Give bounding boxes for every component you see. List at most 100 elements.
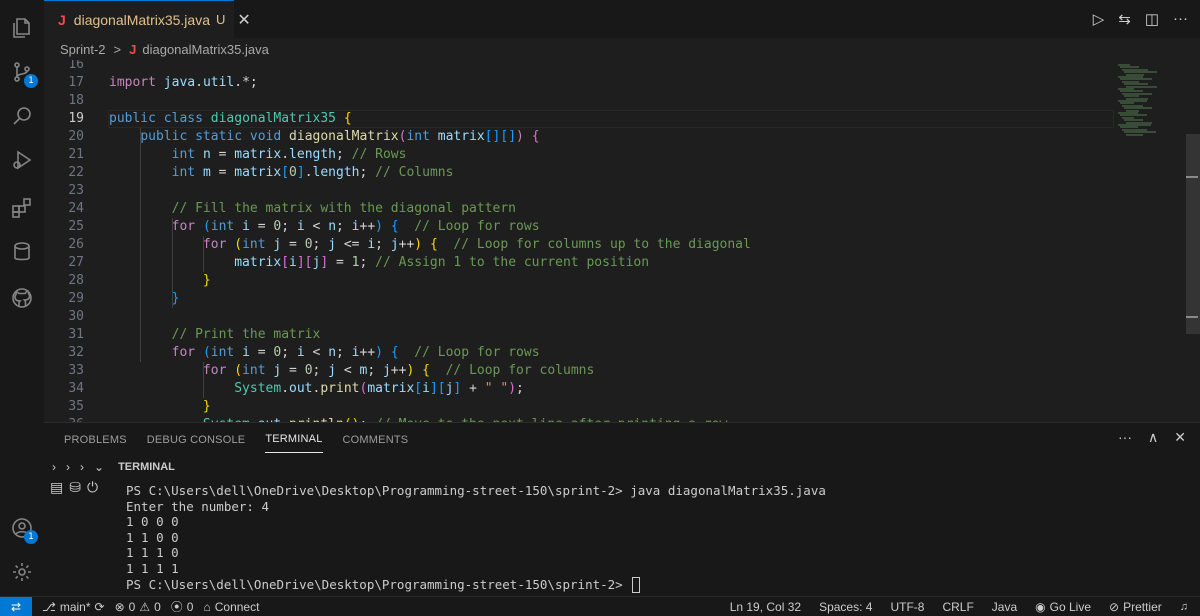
code-text: } [202,399,211,414]
terminal-toolbar: ▤ ⛁ ⏻ [50,479,98,496]
terminal-line: 1 1 1 1 [126,560,179,576]
minimap[interactable] [1114,60,1184,422]
tab-diagonalmatrix35[interactable]: J diagonalMatrix35.java U ✕ [44,0,251,38]
code-line[interactable]: 21 int n = matrix.length; // Rows [44,146,1114,164]
code-line[interactable]: 26 for (int j = 0; j <= i; j++) { // Loo… [44,236,1114,254]
problems-indicator[interactable]: ⊗ 0 ⚠ 0 [115,600,161,614]
tab-problems[interactable]: PROBLEMS [64,426,127,453]
terminal-output[interactable]: PS C:\Users\dell\OneDrive\Desktop\Progra… [126,483,1200,594]
line-number: 28 [68,273,84,288]
database-icon[interactable]: ⛁ [69,479,81,496]
code-editor[interactable]: 16 17 import java.util.*; 18 19 public class … [44,60,1184,422]
chevron-right-icon[interactable]: › [66,460,70,474]
code-text: // Fill the matrix with the diagonal pat… [171,201,516,216]
code-line[interactable]: 31 // Print the matrix [44,326,1114,344]
database-icon[interactable] [0,230,44,274]
bell-icon[interactable]: ♫ [1180,601,1188,613]
code-line[interactable]: 30 [44,308,1114,326]
editor-scrollbar[interactable] [1184,60,1200,422]
code-line[interactable]: 22 int m = matrix[0].length; // Columns [44,164,1114,182]
terminal-line: PS C:\Users\dell\OneDrive\Desktop\Progra… [126,577,1200,594]
breadcrumb: Sprint-2 > J diagonalMatrix35.java [44,38,1200,60]
code-line[interactable]: 17 import java.util.*; [44,74,1114,92]
untracked-badge: U [216,12,226,27]
cursor-position[interactable]: Ln 19, Col 32 [730,600,801,614]
chevron-right-icon[interactable]: › [80,460,84,474]
code-text: for (int i = 0; i < n; i++) { // Loop fo… [171,219,540,234]
line-number: 25 [68,219,84,234]
more-actions-icon[interactable]: ··· [1118,429,1132,446]
maximize-panel-icon[interactable]: ∧ [1148,429,1158,446]
scrollbar-thumb[interactable] [1186,134,1200,334]
code-line[interactable]: 16 [44,60,1114,74]
account-icon[interactable]: 1 [0,506,44,550]
line-number: 35 [68,399,84,414]
terminal-header: › › › ⌄ TERMINAL [52,457,175,477]
code-line[interactable]: 35 } [44,398,1114,416]
list-icon[interactable]: ▤ [50,479,63,496]
code-line[interactable]: 24 // Fill the matrix with the diagonal … [44,200,1114,218]
code-line[interactable]: 33 for (int j = 0; j < m; j++) { // Loop… [44,362,1114,380]
line-number: 21 [68,147,84,162]
tab-comments[interactable]: COMMENTS [343,426,409,453]
minimap-line [1126,133,1143,136]
code-line[interactable]: 28 } [44,272,1114,290]
settings-icon[interactable] [0,550,44,594]
language-mode[interactable]: Java [992,600,1017,614]
close-panel-icon[interactable]: ✕ [1174,429,1186,446]
extensions-icon[interactable] [0,186,44,230]
close-icon[interactable]: ✕ [237,10,250,30]
tab-bar: J diagonalMatrix35.java U ✕ ▷ ⇆ ◫ ··· [44,0,1200,38]
line-number: 17 [68,75,84,90]
split-editor-icon[interactable]: ◫ [1145,10,1159,28]
chevron-down-icon[interactable]: ⌄ [94,460,104,474]
code-line[interactable]: 18 [44,92,1114,110]
terminal-cursor [632,577,641,594]
ports-indicator[interactable]: ⦿ 0 [171,598,194,615]
chevron-right-icon[interactable]: › [52,460,56,474]
terminal-line: Enter the number: 4 [126,498,269,514]
code-line[interactable]: 25 for (int i = 0; i < n; i++) { // Loop… [44,218,1114,236]
terminal-section-title: TERMINAL [118,461,175,473]
run-icon[interactable]: ▷ [1093,10,1105,28]
source-control-icon[interactable]: 1 [0,50,44,94]
line-number: 31 [68,327,84,342]
code-line[interactable]: 20 public static void diagonalMatrix(int… [44,128,1114,146]
encoding[interactable]: UTF-8 [890,600,924,614]
connect-indicator[interactable]: ⌂ Connect [203,600,259,614]
run-debug-icon[interactable] [0,138,44,182]
prettier-button[interactable]: ⊘ Prettier [1109,600,1162,614]
line-ending[interactable]: CRLF [942,600,973,614]
code-line[interactable]: 19 public class diagonalMatrix35 { [44,110,1114,128]
compare-icon[interactable]: ⇆ [1118,10,1131,28]
line-number: 18 [68,93,84,108]
tab-terminal[interactable]: TERMINAL [265,425,323,453]
sync-icon: ⟳ [94,599,105,614]
more-actions-icon[interactable]: ··· [1173,10,1188,28]
code-line[interactable]: 23 [44,182,1114,200]
tab-debug-console[interactable]: DEBUG CONSOLE [147,426,246,453]
code-line[interactable]: 32 for (int i = 0; i < n; i++) { // Loop… [44,344,1114,362]
go-live-button[interactable]: ◉ Go Live [1035,600,1091,614]
code-line[interactable]: 29 } [44,290,1114,308]
code-text: System.out.print(matrix[i][j] + " "); [234,381,524,396]
check-circle-icon: ⊘ [1109,600,1120,614]
breadcrumb-folder[interactable]: Sprint-2 [60,42,106,57]
remote-indicator[interactable]: ⇄ [0,596,32,616]
explorer-icon[interactable] [0,6,44,50]
code-text: int m = matrix[0].length; // Columns [171,165,454,180]
github-icon[interactable] [0,276,44,320]
code-text: int n = matrix.length; // Rows [171,147,407,162]
code-line[interactable]: 34 System.out.print(matrix[i][j] + " "); [44,380,1114,398]
breadcrumb-file[interactable]: diagonalMatrix35.java [142,42,268,57]
code-text: public class diagonalMatrix35 { [109,111,352,126]
scrollbar-marker [1186,316,1198,318]
plug-icon[interactable]: ⏻ [87,479,98,496]
search-icon[interactable] [0,94,44,138]
line-number: 27 [68,255,84,270]
panel-tabs: PROBLEMS DEBUG CONSOLE TERMINAL COMMENTS [44,423,408,455]
indentation[interactable]: Spaces: 4 [819,600,872,614]
code-line[interactable]: 27 matrix[i][j] = 1; // Assign 1 to the … [44,254,1114,272]
line-number: 29 [68,291,84,306]
branch-indicator[interactable]: ⎇ main* ⟳ [42,600,105,614]
